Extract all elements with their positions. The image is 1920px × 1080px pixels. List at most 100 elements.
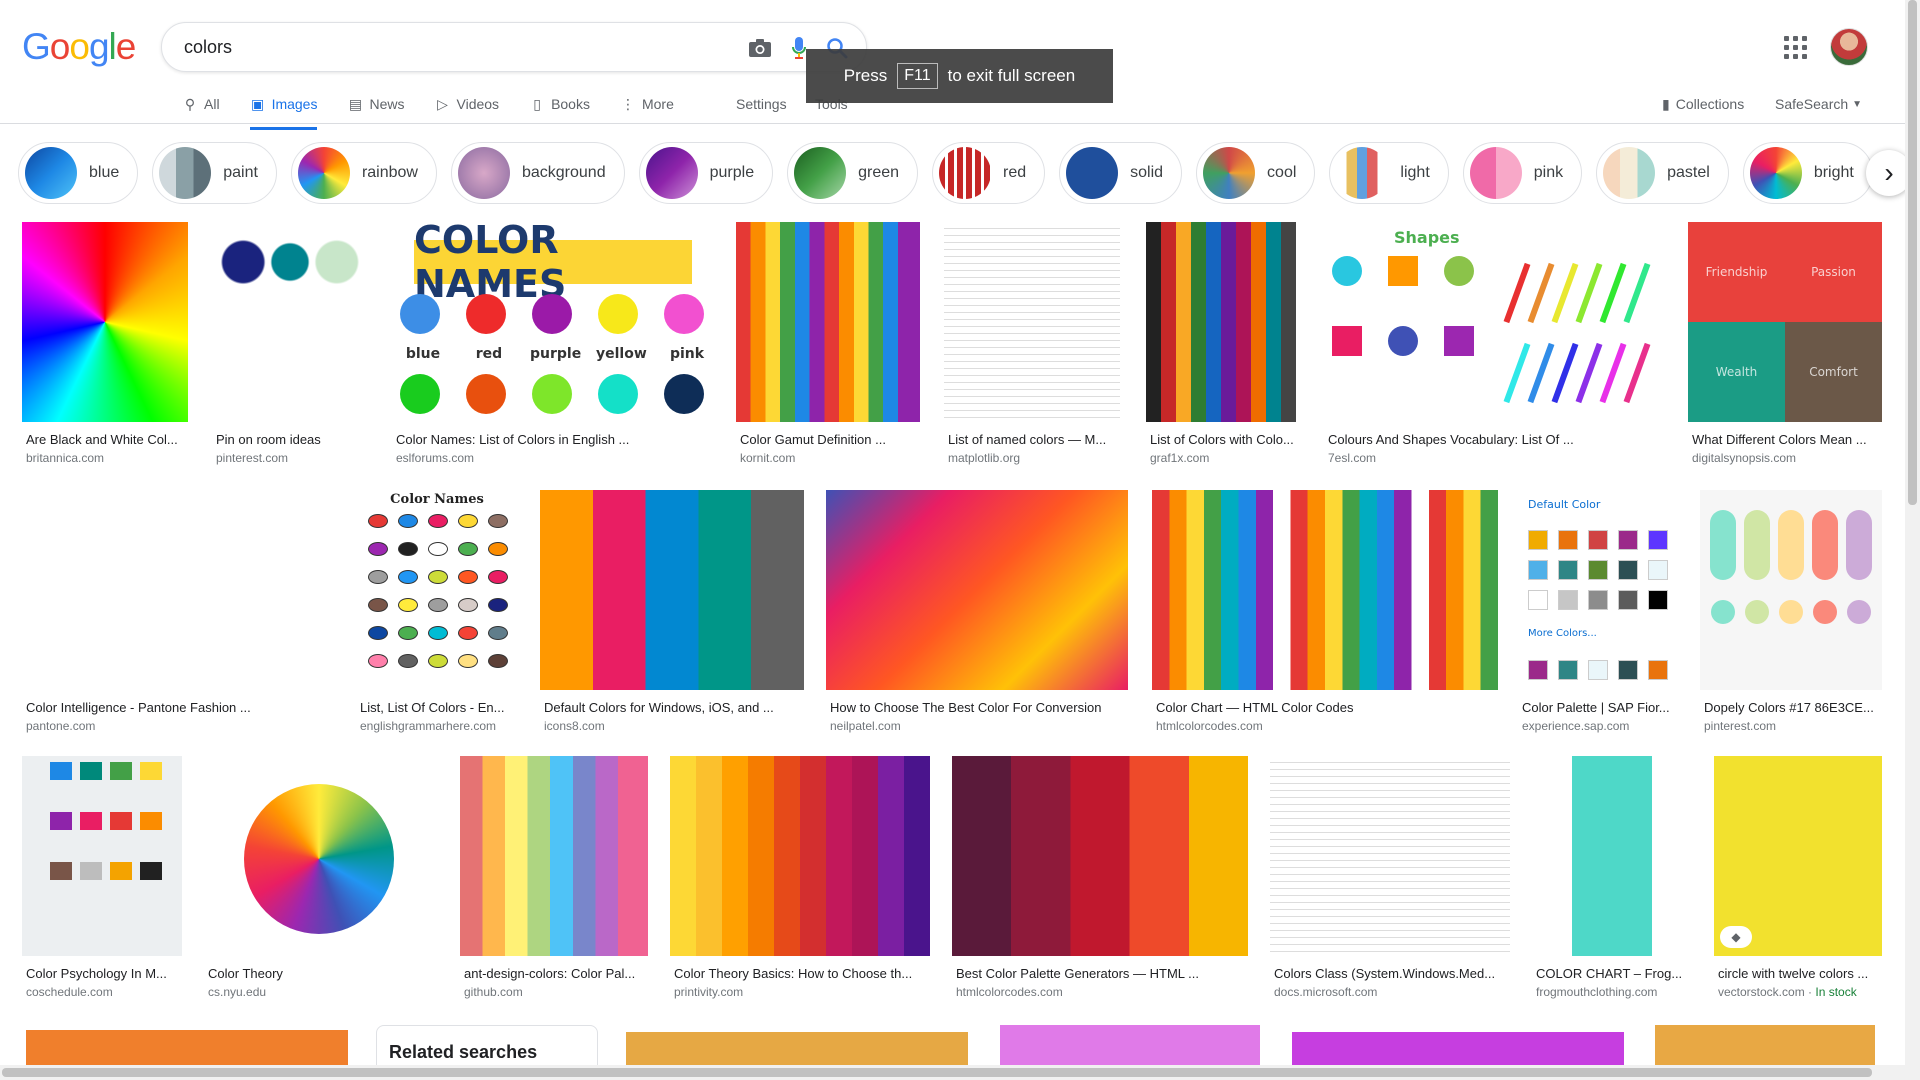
result-title[interactable]: Color Gamut Definition ... bbox=[740, 432, 920, 447]
image-result[interactable]: Color Theory cs.nyu.edu bbox=[204, 756, 438, 1004]
image-result[interactable]: Color Gamut Definition ... kornit.com bbox=[736, 222, 920, 470]
settings-link[interactable]: Settings bbox=[736, 86, 787, 122]
image-result[interactable]: Best Color Palette Generators — HTML ...… bbox=[952, 756, 1248, 1004]
result-title[interactable]: How to Choose The Best Color For Convers… bbox=[830, 700, 1128, 715]
image-result[interactable]: ant-design-colors: Color Pal... github.co… bbox=[460, 756, 648, 1004]
pencil-swatch bbox=[1527, 262, 1555, 324]
result-thumbnail[interactable] bbox=[204, 756, 438, 956]
result-title[interactable]: circle with twelve colors ... bbox=[1718, 966, 1882, 981]
tab-news[interactable]: ▤ News bbox=[347, 86, 405, 122]
safesearch-dropdown[interactable]: SafeSearch ▼ bbox=[1775, 86, 1862, 122]
image-result[interactable]: Color Psychology In M... coschedule.com bbox=[22, 756, 182, 1004]
image-result[interactable]: Friendship Passion Wealth Comfort What Diffe… bbox=[1688, 222, 1882, 470]
result-title[interactable]: Dopely Colors #17 86E3CE... bbox=[1704, 700, 1882, 715]
tab-books[interactable]: ▯ Books bbox=[529, 86, 590, 122]
image-result[interactable]: List of Colors with Colo... graf1x.com bbox=[1146, 222, 1296, 470]
result-thumbnail[interactable] bbox=[1146, 222, 1296, 422]
result-thumbnail[interactable]: Friendship Passion Wealth Comfort bbox=[1688, 222, 1882, 422]
chip-bright[interactable]: bright bbox=[1742, 142, 1873, 204]
result-thumbnail[interactable] bbox=[460, 756, 648, 956]
search-box[interactable] bbox=[161, 22, 867, 72]
result-thumbnail[interactable] bbox=[22, 756, 182, 956]
image-result[interactable]: Color Theory Basics: How to Choose th...… bbox=[670, 756, 930, 1004]
chip-background[interactable]: background bbox=[450, 142, 625, 204]
result-thumbnail[interactable] bbox=[22, 490, 336, 690]
image-result[interactable]: List of named colors — M... matplotlib.or… bbox=[944, 222, 1120, 470]
tab-images[interactable]: ▣ Images bbox=[249, 86, 317, 130]
result-thumbnail[interactable] bbox=[1700, 490, 1882, 690]
result-title[interactable]: COLOR CHART – Frog... bbox=[1536, 966, 1692, 981]
result-title[interactable]: Color Names: List of Colors in English .… bbox=[396, 432, 714, 447]
tab-all[interactable]: ⚲ All bbox=[182, 86, 220, 122]
result-thumbnail[interactable] bbox=[22, 222, 188, 422]
result-thumbnail[interactable] bbox=[1532, 756, 1692, 956]
result-title[interactable]: ant-design-colors: Color Pal... bbox=[464, 966, 648, 981]
image-result[interactable]: Shapes Colours And Shapes Vocabulary: Lis… bbox=[1324, 222, 1666, 470]
image-result[interactable]: Pin on room ideas pinterest.com bbox=[212, 222, 368, 470]
image-result[interactable]: Default Color More Colors... Color Palette… bbox=[1518, 490, 1678, 738]
result-thumbnail[interactable] bbox=[212, 222, 368, 422]
chip-blue[interactable]: blue bbox=[18, 142, 139, 204]
result-title[interactable]: Color Theory bbox=[208, 966, 438, 981]
image-result[interactable]: COLOR CHART – Frog... frogmouthclothing.c… bbox=[1532, 756, 1692, 1004]
result-thumbnail[interactable] bbox=[952, 756, 1248, 956]
result-title[interactable]: Color Psychology In M... bbox=[26, 966, 182, 981]
result-title[interactable]: List of named colors — M... bbox=[948, 432, 1120, 447]
result-title[interactable]: What Different Colors Mean ... bbox=[1692, 432, 1882, 447]
result-thumbnail[interactable] bbox=[670, 756, 930, 956]
result-thumbnail[interactable] bbox=[540, 490, 804, 690]
result-thumbnail[interactable]: Color Names bbox=[356, 490, 518, 690]
horizontal-scrollbar[interactable] bbox=[0, 1065, 1905, 1080]
result-thumbnail[interactable]: Shapes bbox=[1324, 222, 1666, 422]
result-thumbnail[interactable]: COLOR NAMES blue red purple yellow pink bbox=[392, 222, 714, 422]
result-title[interactable]: Color Theory Basics: How to Choose th... bbox=[674, 966, 930, 981]
result-title[interactable]: Colours And Shapes Vocabulary: List Of .… bbox=[1328, 432, 1666, 447]
result-title[interactable]: List, List Of Colors - En... bbox=[360, 700, 518, 715]
result-title[interactable]: Pin on room ideas bbox=[216, 432, 368, 447]
avatar[interactable] bbox=[1830, 28, 1868, 66]
apps-grid-icon[interactable] bbox=[1784, 36, 1808, 60]
tab-more[interactable]: ⋮ More bbox=[620, 86, 674, 122]
chip-paint[interactable]: paint bbox=[152, 142, 277, 204]
result-thumbnail[interactable] bbox=[826, 490, 1128, 690]
image-result[interactable]: Color Intelligence - Pantone Fashion ...… bbox=[22, 490, 336, 738]
result-title[interactable]: Color Chart — HTML Color Codes bbox=[1156, 700, 1498, 715]
result-thumbnail[interactable]: ◆ bbox=[1714, 756, 1882, 956]
result-title[interactable]: List of Colors with Colo... bbox=[1150, 432, 1296, 447]
image-result[interactable]: Default Colors for Windows, iOS, and ...… bbox=[540, 490, 804, 738]
image-result[interactable]: Are Black and White Col... britannica.com bbox=[22, 222, 188, 470]
result-thumbnail[interactable] bbox=[736, 222, 920, 422]
image-result[interactable]: Dopely Colors #17 86E3CE... pinterest.com bbox=[1700, 490, 1882, 738]
image-result[interactable]: How to Choose The Best Color For Convers… bbox=[826, 490, 1128, 738]
google-logo[interactable]: Google bbox=[22, 26, 136, 68]
image-result[interactable]: ◆ circle with twelve colors ... vectorstoc… bbox=[1714, 756, 1882, 1004]
chip-green[interactable]: green bbox=[787, 142, 919, 204]
image-result[interactable]: Color Names List, List Of Colors - En... e… bbox=[356, 490, 518, 738]
chip-pastel[interactable]: pastel bbox=[1596, 142, 1729, 204]
camera-icon[interactable] bbox=[745, 33, 775, 63]
result-title[interactable]: Color Palette | SAP Fior... bbox=[1522, 700, 1678, 715]
chip-solid[interactable]: solid bbox=[1059, 142, 1183, 204]
collections-link[interactable]: ▮ Collections bbox=[1662, 86, 1744, 122]
image-result[interactable]: Color Chart — HTML Color Codes htmlcolorc… bbox=[1152, 490, 1498, 738]
result-thumbnail[interactable] bbox=[1152, 490, 1498, 690]
result-thumbnail[interactable]: Default Color More Colors... bbox=[1518, 490, 1678, 690]
chip-red[interactable]: red bbox=[932, 142, 1046, 204]
result-thumbnail[interactable] bbox=[1270, 756, 1510, 956]
image-result[interactable]: COLOR NAMES blue red purple yellow pink Color … bbox=[392, 222, 714, 470]
search-input[interactable] bbox=[184, 35, 684, 59]
chip-rainbow[interactable]: rainbow bbox=[290, 142, 437, 204]
image-result[interactable]: Colors Class (System.Windows.Med... docs.… bbox=[1270, 756, 1510, 1004]
result-thumbnail[interactable] bbox=[944, 222, 1120, 422]
result-title[interactable]: Color Intelligence - Pantone Fashion ... bbox=[26, 700, 336, 715]
result-title[interactable]: Default Colors for Windows, iOS, and ... bbox=[544, 700, 804, 715]
chip-cool[interactable]: cool bbox=[1196, 142, 1316, 204]
result-title[interactable]: Colors Class (System.Windows.Med... bbox=[1274, 966, 1510, 981]
result-title[interactable]: Best Color Palette Generators — HTML ... bbox=[956, 966, 1248, 981]
chip-purple[interactable]: purple bbox=[638, 142, 774, 204]
vertical-scrollbar[interactable] bbox=[1905, 0, 1920, 1080]
result-title[interactable]: Are Black and White Col... bbox=[26, 432, 188, 447]
chip-pink[interactable]: pink bbox=[1462, 142, 1583, 204]
chip-light[interactable]: light bbox=[1329, 142, 1449, 204]
tab-videos[interactable]: ▷ Videos bbox=[435, 86, 499, 122]
